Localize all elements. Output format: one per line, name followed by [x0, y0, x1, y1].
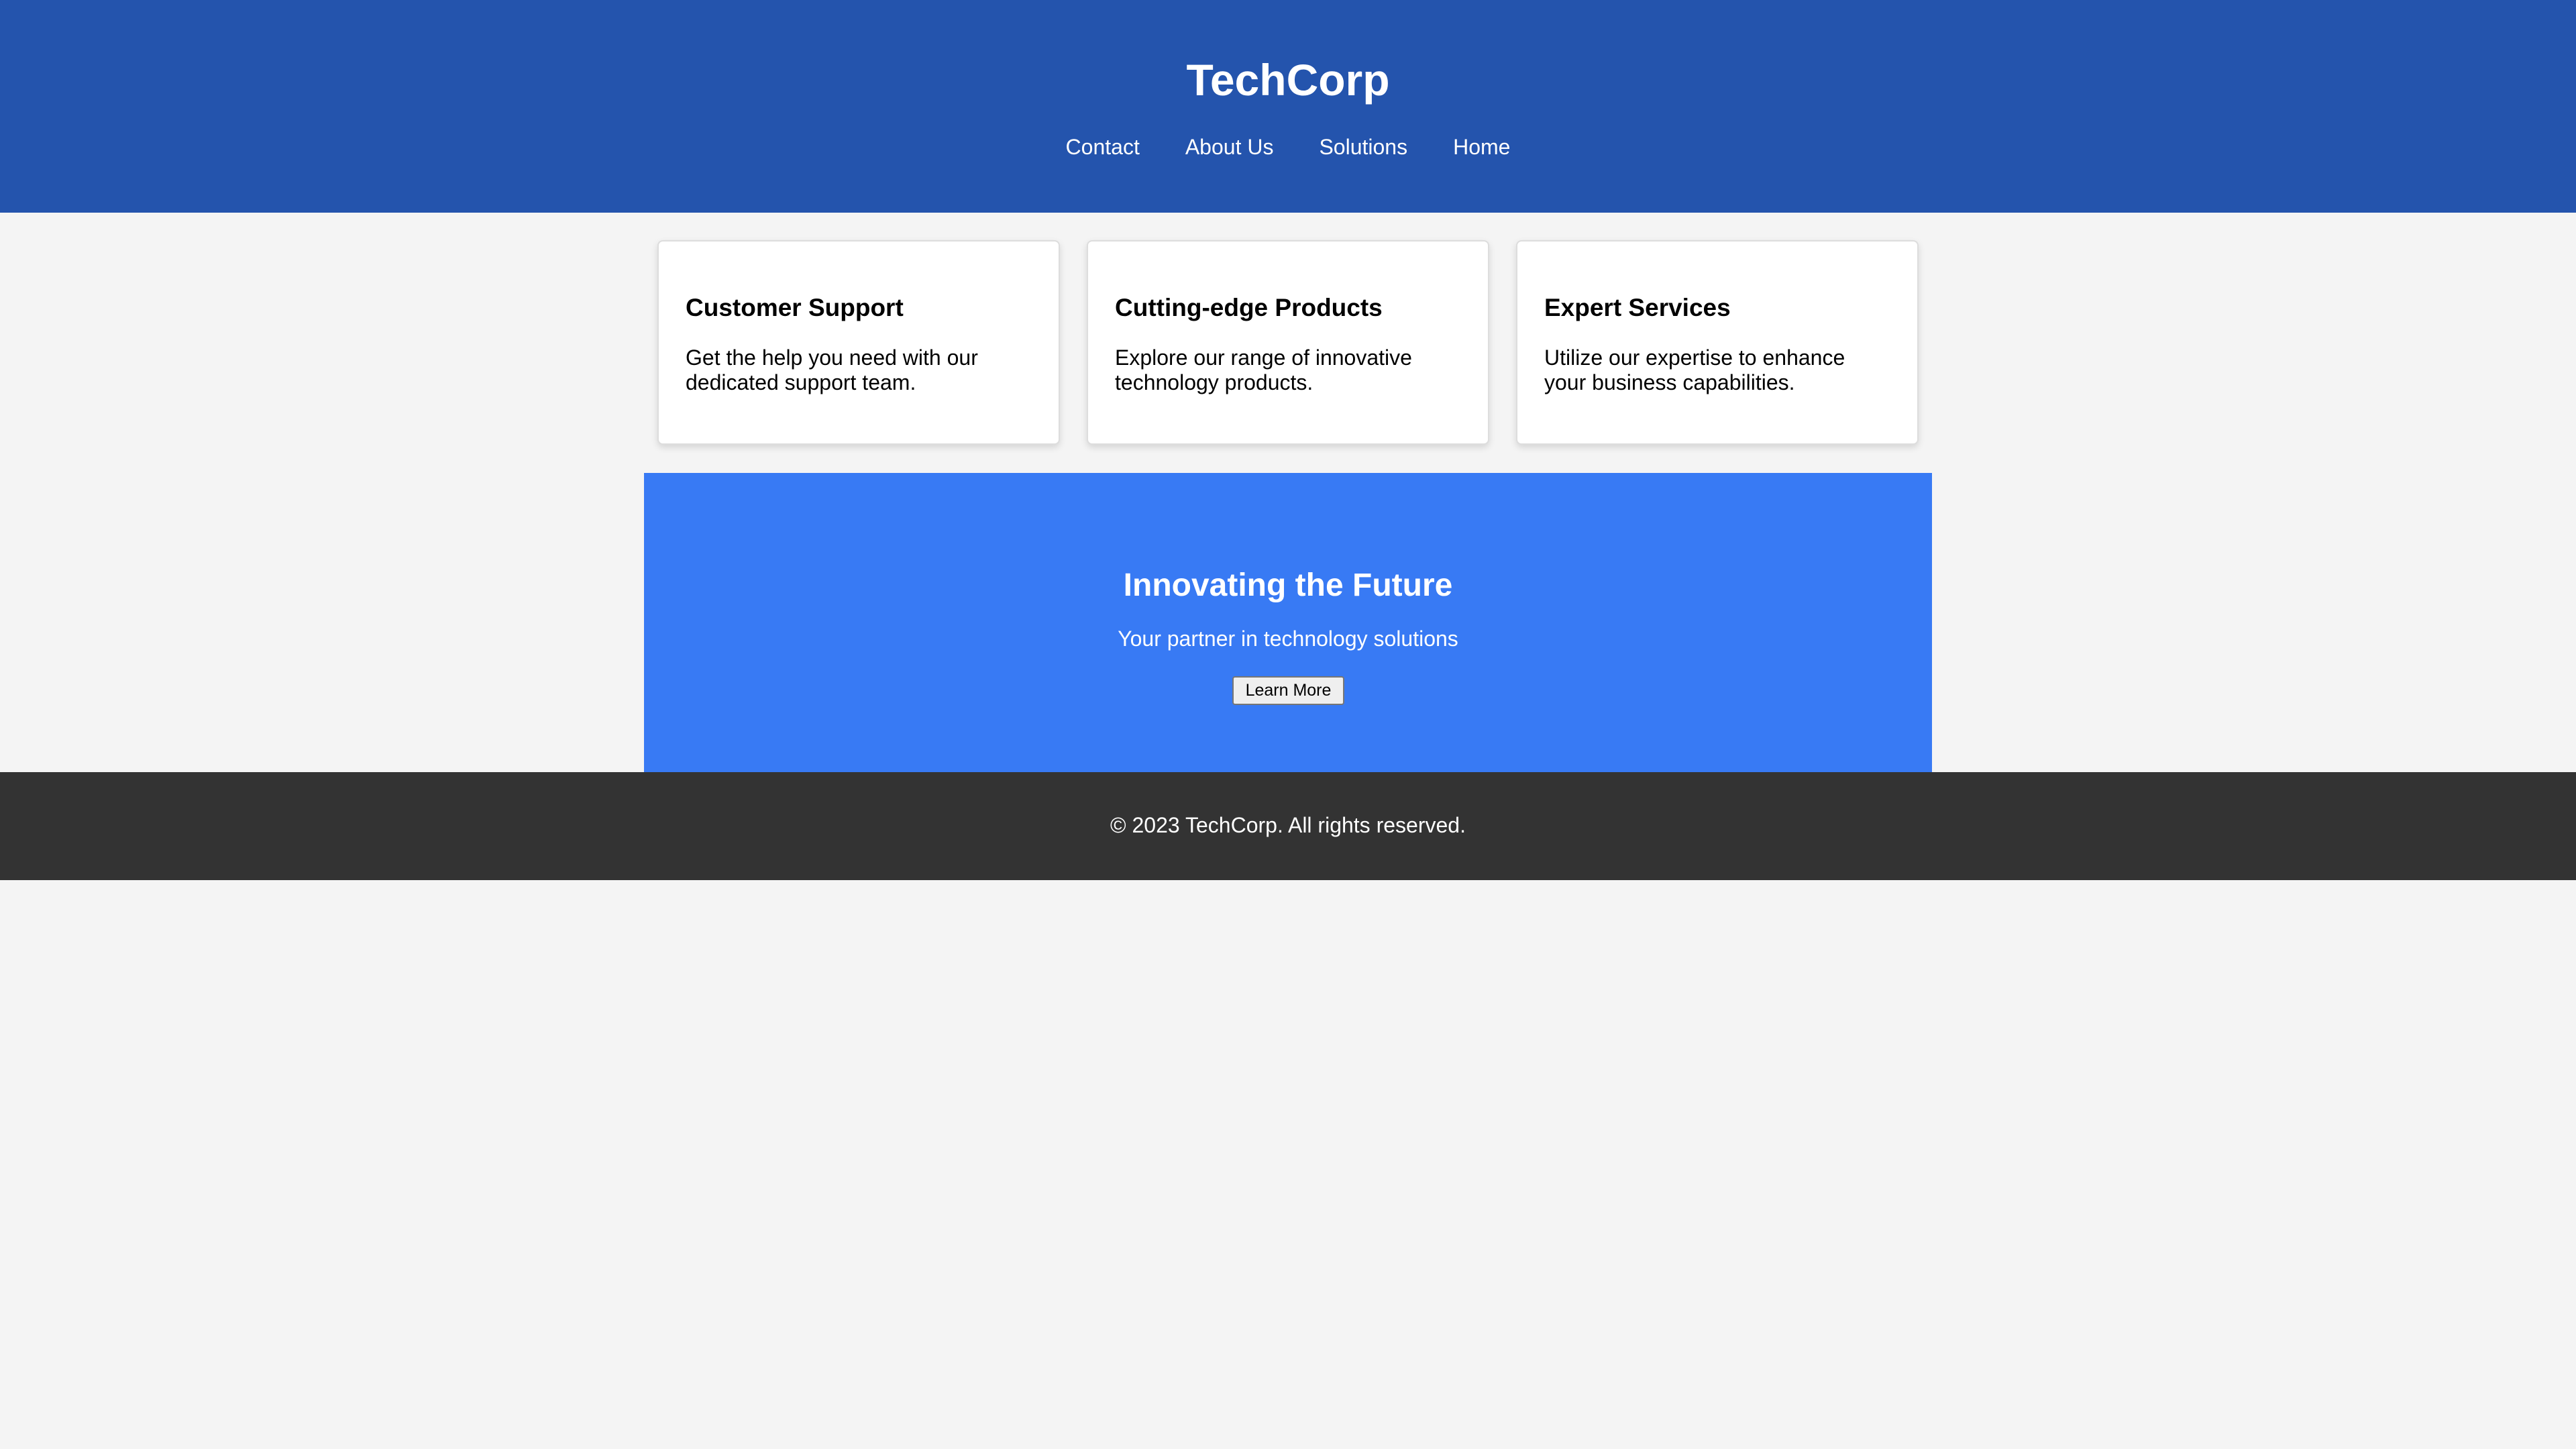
site-header: TechCorp Contact About Us Solutions Home	[0, 0, 2576, 213]
card-title: Cutting-edge Products	[1115, 294, 1383, 321]
card-cutting-edge-products: Cutting-edge Products Explore our range …	[1087, 240, 1489, 445]
main-nav: Contact About Us Solutions Home	[0, 129, 2576, 164]
card-text: Utilize our expertise to enhance your bu…	[1544, 345, 1845, 394]
card-expert-services: Expert Services Utilize our expertise to…	[1516, 240, 1919, 445]
card-title: Expert Services	[1544, 294, 1731, 321]
learn-more-button[interactable]: Learn More	[1232, 676, 1344, 705]
brand-title: TechCorp	[1186, 55, 1390, 105]
nav-link-about-us[interactable]: About Us	[1185, 129, 1274, 164]
card-text: Explore our range of innovative technolo…	[1115, 345, 1412, 394]
hero-subtitle: Your partner in technology solutions	[1118, 627, 1458, 651]
nav-link-contact[interactable]: Contact	[1066, 129, 1140, 164]
nav-link-home[interactable]: Home	[1453, 129, 1510, 164]
site-footer: © 2023 TechCorp. All rights reserved.	[0, 772, 2576, 880]
card-title: Customer Support	[686, 294, 904, 321]
nav-link-solutions[interactable]: Solutions	[1319, 129, 1407, 164]
copyright-text: © 2023 TechCorp. All rights reserved.	[1110, 813, 1466, 837]
feature-cards: Customer Support Get the help you need w…	[657, 240, 1919, 445]
hero-banner: Innovating the Future Your partner in te…	[644, 473, 1932, 772]
hero-title: Innovating the Future	[1123, 568, 1453, 603]
card-customer-support: Customer Support Get the help you need w…	[657, 240, 1060, 445]
card-text: Get the help you need with our dedicated…	[686, 345, 978, 394]
